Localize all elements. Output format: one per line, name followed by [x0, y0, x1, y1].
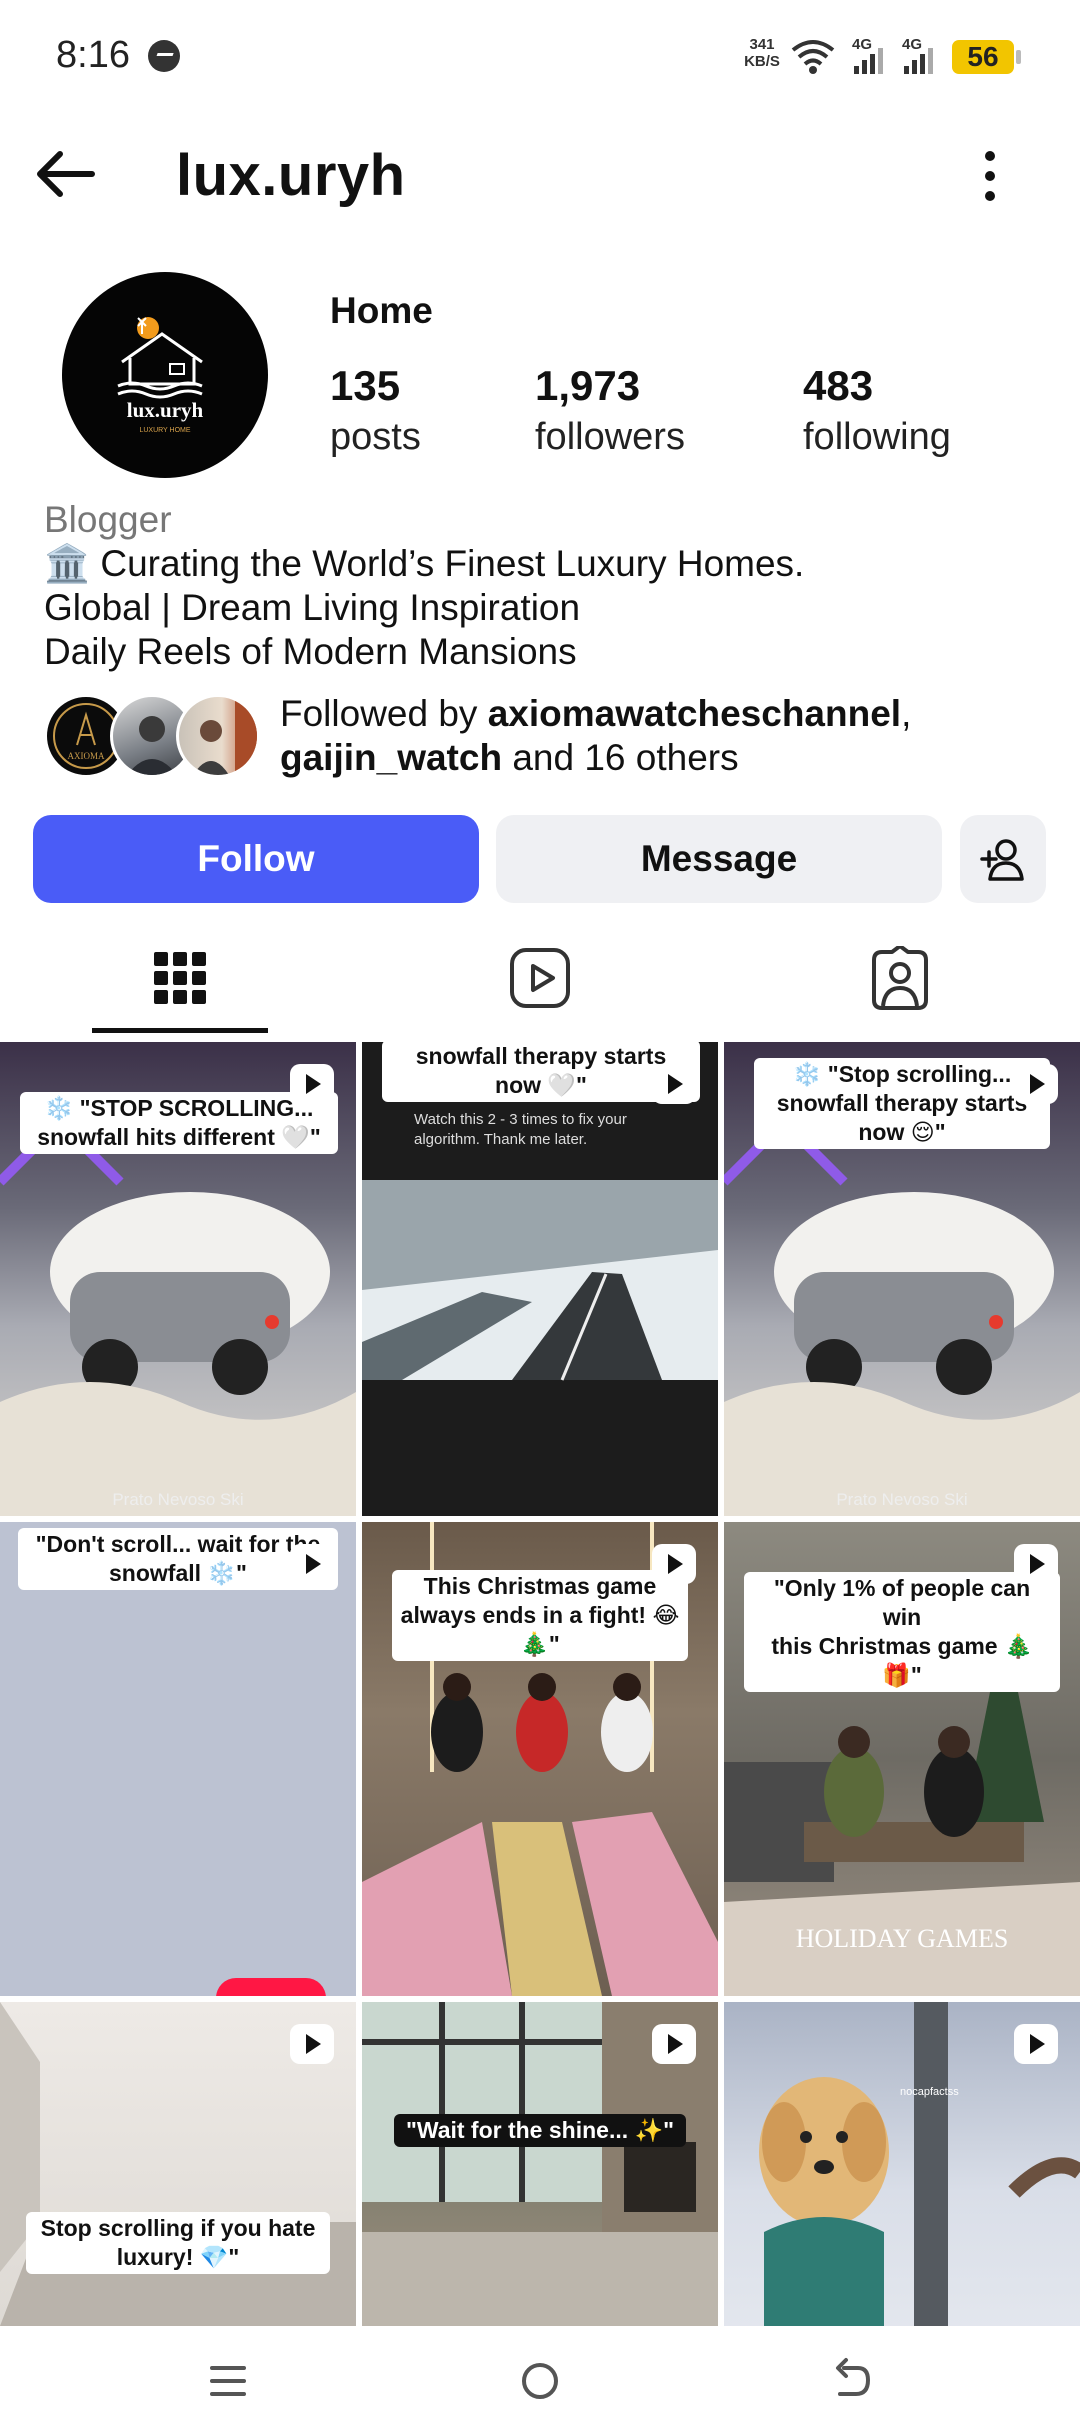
grid-post[interactable]: nocapfactss [724, 2002, 1080, 2326]
back-arrow-icon[interactable] [30, 144, 100, 204]
tab-tagged[interactable] [720, 920, 1080, 1036]
red-badge [216, 1978, 326, 1996]
posts-grid: ❄️ "STOP SCROLLING... snowfall hits diff… [0, 1042, 1080, 2326]
battery-tip [1016, 50, 1021, 64]
grid-post[interactable]: "Wait for the shine... ✨" [362, 2002, 718, 2326]
post-caption: ❄️ "Stop scrolling... snowfall therapy s… [754, 1058, 1050, 1149]
home-icon[interactable] [510, 2356, 570, 2406]
reel-icon [652, 2024, 696, 2064]
bio-line: Daily Reels of Modern Mansions [44, 631, 577, 672]
followed-by-user-link[interactable]: gaijin_watch [280, 737, 502, 778]
system-navigation-bar [0, 2326, 1080, 2436]
stat-following-number: 483 [803, 362, 874, 409]
back-nav-icon[interactable] [822, 2356, 882, 2406]
recent-apps-icon[interactable] [198, 2356, 258, 2406]
reel-icon [290, 1064, 334, 1104]
profile-bio: Blogger 🏛️ Curating the World’s Finest L… [44, 498, 1044, 674]
avatar-tag: LUXURY HOME [139, 427, 190, 434]
post-location: Prato Nevoso Ski [836, 1490, 968, 1509]
top-bar: lux.uryh [0, 120, 1080, 230]
logo-house-icon: lux.uryh LUXURY HOME [117, 317, 204, 434]
messenger-notification-icon [148, 40, 180, 72]
post-caption: Stop scrolling if you hate luxury! 💎" [26, 2212, 330, 2274]
signal-icon [854, 48, 883, 74]
bio-category: Blogger [44, 499, 172, 540]
follow-button[interactable]: Follow [33, 815, 479, 903]
tagged-person-icon [872, 946, 928, 1010]
reel-icon [652, 1544, 696, 1584]
grid-post[interactable]: snowfall therapy starts now 🤍" Watch thi… [362, 1042, 718, 1516]
followed-by-suffix: and 16 others [502, 737, 739, 778]
grid-post[interactable]: "Only 1% of people can win this Christma… [724, 1522, 1080, 1996]
followed-by-prefix: Followed by [280, 693, 488, 734]
grid-post[interactable]: "Don't scroll... wait for the snowfall ❄… [0, 1522, 356, 1996]
status-time: 8:16 [56, 34, 130, 76]
grid-post[interactable]: Stop scrolling if you hate luxury! 💎" [0, 2002, 356, 2326]
active-tab-indicator [92, 1028, 268, 1033]
stat-following[interactable]: 483 following [803, 360, 951, 462]
stat-posts-label: posts [330, 416, 421, 458]
post-caption: "Only 1% of people can win this Christma… [744, 1572, 1060, 1692]
grid-post[interactable]: ❄️ "STOP SCROLLING... snowfall hits diff… [0, 1042, 356, 1516]
post-location: Prato Nevoso Ski [112, 1490, 244, 1509]
network-speed-value: 341 [749, 36, 775, 53]
profile-avatar[interactable]: lux.uryh LUXURY HOME [62, 272, 268, 478]
post-overlay-text: HOLIDAY GAMES [795, 1924, 1009, 1953]
stat-following-label: following [803, 416, 951, 458]
bio-line: 🏛️ Curating the World’s Finest Luxury Ho… [44, 543, 805, 584]
post-watermark: nocapfactss [900, 2086, 959, 2098]
post-caption: ❄️ "STOP SCROLLING... snowfall hits diff… [20, 1092, 338, 1154]
post-subtitle: Watch this 2 - 3 times to fix your algor… [414, 1111, 627, 1148]
status-bar: 8:16 341 KB/S 4G 4G 56 [0, 0, 1080, 110]
grid-post[interactable]: This Christmas game always ends in a fig… [362, 1522, 718, 1996]
stat-followers-label: followers [535, 416, 685, 458]
stat-posts-number: 135 [330, 362, 401, 409]
avatar-brand: lux.uryh [127, 398, 204, 422]
followed-by-text: Followed by axiomawatcheschannel, gaijin_… [280, 692, 1040, 780]
grid-icon [154, 952, 206, 1004]
reel-icon [1014, 1064, 1058, 1104]
follower-avatar-text: AXIOMA [68, 751, 105, 761]
add-person-icon [980, 839, 1024, 881]
signal-icon-2 [904, 48, 933, 74]
tab-reels[interactable] [360, 920, 720, 1036]
bio-line: Global | Dream Living Inspiration [44, 587, 581, 628]
suggested-users-button[interactable] [960, 815, 1046, 903]
reel-icon [652, 1064, 696, 1104]
followed-by-row[interactable]: AXIOMA Followed by axiomawatcheschannel,… [44, 690, 1044, 780]
stat-followers[interactable]: 1,973 followers [535, 360, 685, 462]
follower-avatar [176, 694, 260, 778]
network-speed-unit: KB/S [744, 53, 780, 70]
reel-icon [1014, 1544, 1058, 1584]
followed-by-separator: , [901, 693, 912, 734]
post-caption: This Christmas game always ends in a fig… [392, 1570, 688, 1661]
post-caption: "Wait for the shine... ✨" [394, 2114, 686, 2147]
profile-category-title: Home [330, 290, 433, 331]
tab-posts[interactable] [0, 920, 360, 1036]
profile-tabs [0, 920, 1080, 1036]
profile-username: lux.uryh [176, 143, 406, 208]
battery-icon: 56 [952, 40, 1014, 74]
reels-icon [510, 948, 570, 1008]
stat-followers-number: 1,973 [535, 362, 641, 409]
more-options-icon[interactable] [970, 144, 1010, 208]
grid-post[interactable]: ❄️ "Stop scrolling... snowfall therapy s… [724, 1042, 1080, 1516]
followed-by-user-link[interactable]: axiomawatcheschannel [488, 693, 901, 734]
reel-icon [1014, 2024, 1058, 2064]
stat-posts[interactable]: 135 posts [330, 360, 421, 462]
network-speed: 341 KB/S [740, 36, 784, 70]
reel-icon [290, 2024, 334, 2064]
reel-icon [290, 1544, 334, 1584]
message-button[interactable]: Message [496, 815, 942, 903]
wifi-icon [791, 40, 835, 74]
